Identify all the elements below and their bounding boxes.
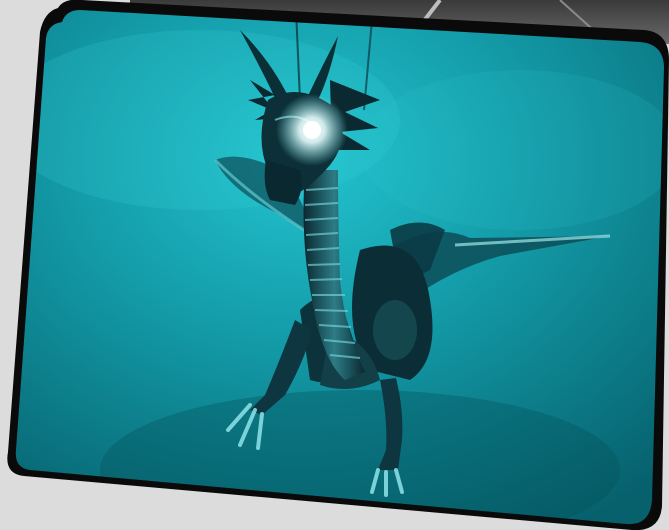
dragon-photo — [7, 0, 669, 530]
photo-card — [0, 0, 669, 530]
